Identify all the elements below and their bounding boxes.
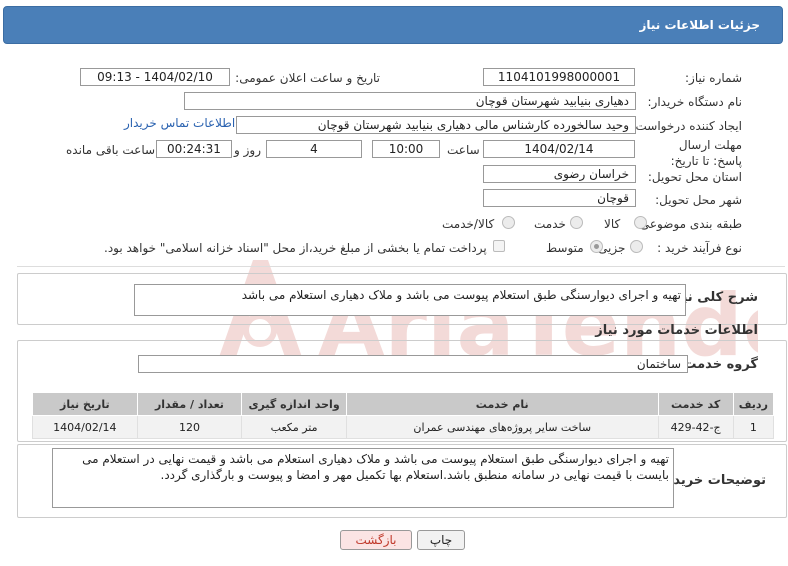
deadline-date-field[interactable]: 1404/02/14	[483, 140, 635, 158]
page-header: جزئیات اطلاعات نیاز	[3, 6, 783, 44]
remaining-time-field[interactable]: 00:24:31	[156, 140, 232, 158]
col-service-code: کد خدمت	[657, 392, 734, 416]
service-group-field[interactable]: ساختمان	[138, 355, 688, 373]
process-option-medium: متوسط	[546, 241, 584, 255]
table-row[interactable]: 1 ج-42-429 ساخت سایر پروژه‌های مهندسی عم…	[32, 415, 775, 439]
category-option-goods: کالا	[604, 217, 621, 231]
cell-service-code: ج-42-429	[657, 415, 734, 439]
cell-row: 1	[732, 415, 775, 439]
col-unit: واحد اندازه گیری	[241, 392, 347, 416]
services-table: ردیف کد خدمت نام خدمت واحد اندازه گیری ت…	[32, 392, 775, 439]
col-need-date: تاریخ نیاز	[32, 392, 138, 416]
col-quantity: تعداد / مقدار	[136, 392, 243, 416]
remaining-label: ساعت باقی مانده	[66, 143, 156, 157]
province-field[interactable]: خراسان رضوی	[483, 165, 636, 183]
province-label: استان محل تحویل:	[647, 170, 742, 184]
need-number-label: شماره نیاز:	[685, 71, 742, 85]
services-section-title: اطلاعات خدمات مورد نیاز	[595, 323, 758, 338]
buyer-org-field[interactable]: دهیاری بنیابید شهرستان قوچان	[184, 92, 636, 110]
announce-label: تاریخ و ساعت اعلان عمومی:	[235, 71, 380, 85]
buyer-contact-link[interactable]: اطلاعات تماس خریدار	[124, 116, 235, 130]
services-table-header: ردیف کد خدمت نام خدمت واحد اندازه گیری ت…	[32, 392, 775, 416]
buyer-org-label: نام دستگاه خریدار:	[647, 95, 743, 109]
col-service-name: نام خدمت	[345, 392, 659, 416]
days-field[interactable]: 4	[266, 140, 362, 158]
col-row: ردیف	[732, 392, 775, 416]
process-radio-minor[interactable]	[630, 240, 643, 253]
category-option-goods-service: کالا/خدمت	[442, 217, 495, 231]
category-radio-goods[interactable]	[634, 216, 647, 229]
back-button[interactable]: بازگشت	[340, 530, 412, 550]
cell-need-date: 1404/02/14	[32, 415, 138, 439]
announce-field[interactable]: 1404/02/10 - 09:13	[80, 68, 230, 86]
divider	[17, 266, 785, 267]
cell-unit: متر مکعب	[241, 415, 347, 439]
service-group-label: گروه خدمت:	[678, 357, 758, 372]
deadline-time-label: ساعت	[447, 143, 480, 157]
category-label: طبقه بندی موضوعی:	[635, 217, 742, 231]
cell-service-name: ساخت سایر پروژه‌های مهندسی عمران	[345, 415, 659, 439]
deadline-label: مهلت ارسال پاسخ: تا تاریخ:	[670, 138, 742, 168]
city-field[interactable]: قوچان	[483, 189, 636, 207]
process-label: نوع فرآیند خرید :	[657, 241, 742, 255]
days-label: روز و	[234, 143, 261, 157]
cell-quantity: 120	[136, 415, 243, 439]
category-option-service: خدمت	[534, 217, 566, 231]
city-label: شهر محل تحویل:	[655, 193, 742, 207]
print-button[interactable]: چاپ	[417, 530, 465, 550]
summary-textarea[interactable]: تهیه و اجرای دیوارسنگی طبق استعلام پیوست…	[134, 284, 686, 316]
deadline-time-field[interactable]: 10:00	[372, 140, 440, 158]
process-radio-medium[interactable]	[590, 240, 603, 253]
buyer-notes-textarea[interactable]: تهیه و اجرای دیوارسنگی طبق استعلام پیوست…	[52, 448, 674, 508]
category-radio-service[interactable]	[570, 216, 583, 229]
page-title: جزئیات اطلاعات نیاز	[639, 18, 760, 32]
requester-label: ایجاد کننده درخواست:	[631, 119, 742, 133]
treasury-payment-note: پرداخت تمام یا بخشی از مبلغ خرید،از محل …	[104, 241, 487, 255]
need-number-field[interactable]: 1104101998000001	[483, 68, 635, 86]
requester-field[interactable]: وحید سالخورده کارشناس مالی دهیاری بنیابی…	[236, 116, 636, 134]
category-radio-goods-service[interactable]	[502, 216, 515, 229]
treasury-payment-checkbox[interactable]	[493, 240, 505, 252]
